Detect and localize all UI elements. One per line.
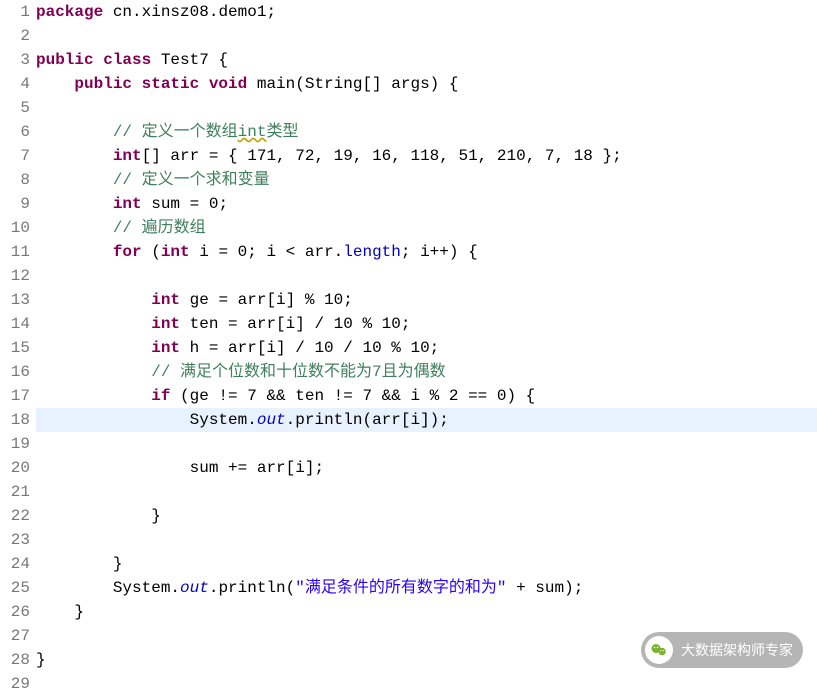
token-kw: int [151, 339, 180, 357]
watermark-text: 大数据架构师专家 [681, 640, 793, 660]
token-sf: out [180, 579, 209, 597]
line-number: 17 [0, 384, 30, 408]
code-area: package cn.xinsz08.demo1; public class T… [36, 0, 817, 696]
code-line: int h = arr[i] / 10 / 10 % 10; [36, 336, 817, 360]
code-line: public class Test7 { [36, 48, 817, 72]
line-number: 26 [0, 600, 30, 624]
code-line [36, 96, 817, 120]
token-kw: int [151, 315, 180, 333]
line-number: 12 [0, 264, 30, 288]
line-number: 2 [0, 24, 30, 48]
line-number: 5 [0, 96, 30, 120]
token-kw: public static void [74, 75, 247, 93]
line-number: 10 [0, 216, 30, 240]
code-line: sum += arr[i]; [36, 456, 817, 480]
code-line: int[] arr = { 171, 72, 19, 16, 118, 51, … [36, 144, 817, 168]
line-number: 19 [0, 432, 30, 456]
token-cmt: // 定义一个求和变量 [113, 171, 270, 189]
code-line: int ge = arr[i] % 10; [36, 288, 817, 312]
wechat-icon [645, 636, 673, 664]
line-number: 4 [0, 72, 30, 96]
line-number: 27 [0, 624, 30, 648]
token-kw: package [36, 3, 103, 21]
code-line: } [36, 552, 817, 576]
token-cmt: // 定义一个数组 [113, 123, 238, 141]
token-sf: out [257, 411, 286, 429]
token-str: "满足条件的所有数字的和为" [295, 579, 506, 597]
line-number: 3 [0, 48, 30, 72]
line-number: 11 [0, 240, 30, 264]
code-line: } [36, 504, 817, 528]
code-editor: 1234567891011121314151617181920212223242… [0, 0, 817, 696]
token-cmt: // 遍历数组 [113, 219, 206, 237]
line-number: 8 [0, 168, 30, 192]
token-kw: int [161, 243, 190, 261]
code-line: // 满足个位数和十位数不能为7且为偶数 [36, 360, 817, 384]
code-line: public static void main(String[] args) { [36, 72, 817, 96]
token-cmt: // 满足个位数和十位数不能为7且为偶数 [151, 363, 445, 381]
code-line: for (int i = 0; i < arr.length; i++) { [36, 240, 817, 264]
code-line: // 定义一个数组int类型 [36, 120, 817, 144]
line-number: 6 [0, 120, 30, 144]
line-number: 23 [0, 528, 30, 552]
token-kw: int [113, 147, 142, 165]
code-line: System.out.println("满足条件的所有数字的和为" + sum)… [36, 576, 817, 600]
watermark: 大数据架构师专家 [641, 632, 803, 668]
code-line: package cn.xinsz08.demo1; [36, 0, 817, 24]
line-number: 7 [0, 144, 30, 168]
line-number: 9 [0, 192, 30, 216]
line-number: 15 [0, 336, 30, 360]
line-number: 28 [0, 648, 30, 672]
code-line [36, 480, 817, 504]
code-line [36, 432, 817, 456]
line-number: 13 [0, 288, 30, 312]
line-number: 18 [0, 408, 30, 432]
line-number: 29 [0, 672, 30, 696]
token-cmtkw: int [238, 123, 267, 141]
token-kw: public class [36, 51, 151, 69]
code-line [36, 672, 817, 696]
code-line [36, 528, 817, 552]
token-kw: int [113, 195, 142, 213]
line-number: 1 [0, 0, 30, 24]
line-number: 22 [0, 504, 30, 528]
code-line: System.out.println(arr[i]); [36, 408, 817, 432]
line-number: 14 [0, 312, 30, 336]
line-number: 20 [0, 456, 30, 480]
code-line: if (ge != 7 && ten != 7 && i % 2 == 0) { [36, 384, 817, 408]
token-kw: for [113, 243, 142, 261]
line-number: 24 [0, 552, 30, 576]
code-line: int ten = arr[i] / 10 % 10; [36, 312, 817, 336]
line-number-gutter: 1234567891011121314151617181920212223242… [0, 0, 36, 696]
code-line: // 遍历数组 [36, 216, 817, 240]
code-line: } [36, 600, 817, 624]
line-number: 25 [0, 576, 30, 600]
line-number: 21 [0, 480, 30, 504]
code-line: // 定义一个求和变量 [36, 168, 817, 192]
token-kw: int [151, 291, 180, 309]
code-line [36, 264, 817, 288]
line-number: 16 [0, 360, 30, 384]
token-fld: length [343, 243, 401, 261]
token-cmt: 类型 [266, 123, 298, 141]
code-line [36, 24, 817, 48]
code-line: int sum = 0; [36, 192, 817, 216]
token-kw: if [151, 387, 170, 405]
